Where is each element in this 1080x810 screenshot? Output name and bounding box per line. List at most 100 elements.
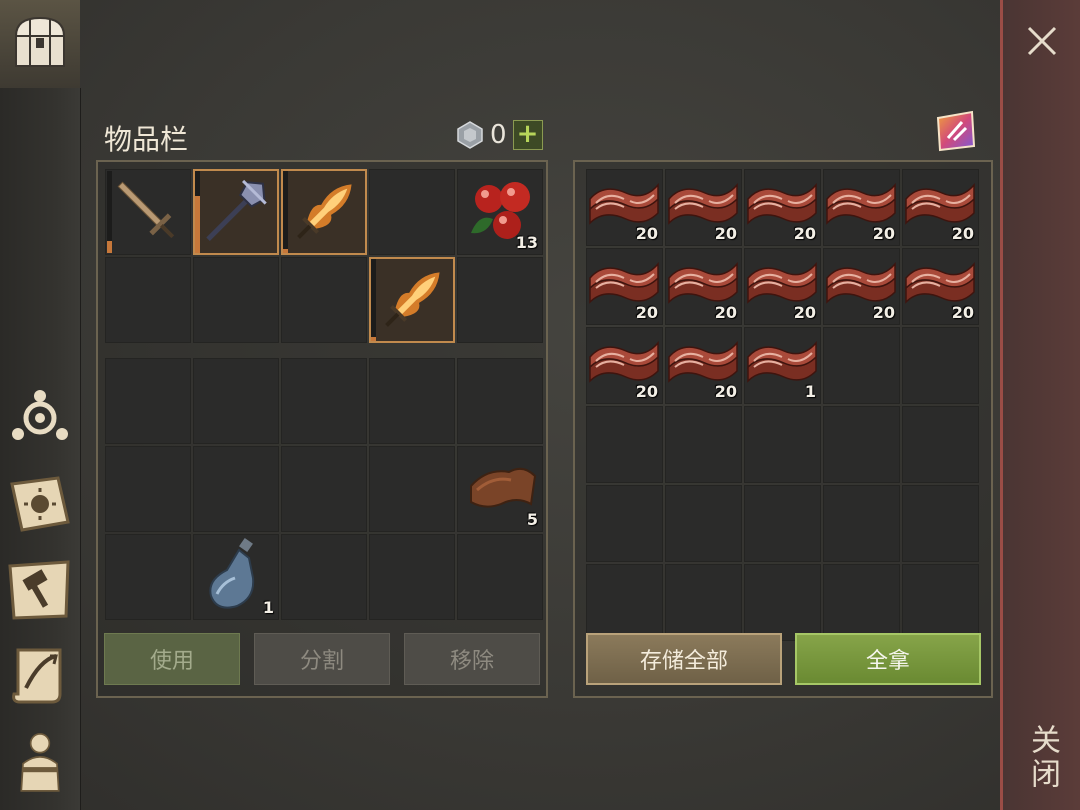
close-button[interactable]: 关闭: [1017, 708, 1067, 808]
wooden-sword-icon: [105, 169, 191, 255]
storage-slot[interactable]: 20: [902, 169, 979, 246]
backpack-slot[interactable]: [105, 358, 191, 444]
storage-slot[interactable]: [744, 406, 821, 483]
currency-count: 0: [490, 120, 507, 150]
item-quantity: 20: [951, 224, 974, 243]
left-sidebar: [0, 0, 81, 810]
iron-mace-icon: [193, 169, 279, 255]
storage-slot[interactable]: [902, 485, 979, 562]
durability-bar: [283, 248, 288, 253]
item-quantity: 20: [714, 303, 737, 322]
store-all-button[interactable]: 存储全部: [586, 633, 782, 685]
quickbar-slot[interactable]: [281, 169, 367, 255]
quickbar-slot[interactable]: 13: [457, 169, 543, 255]
item-quantity: 20: [793, 303, 816, 322]
durability-track: [371, 259, 376, 341]
gem-icon: [457, 121, 483, 149]
crafting-hammer-icon[interactable]: [6, 556, 74, 624]
remove-button[interactable]: 移除: [404, 633, 540, 685]
backpack-slot[interactable]: [193, 358, 279, 444]
storage-slot[interactable]: [902, 564, 979, 641]
item-quantity: 1: [262, 598, 274, 617]
storage-slot[interactable]: [586, 564, 663, 641]
item-quantity: 13: [515, 233, 538, 252]
storage-slot[interactable]: 20: [586, 327, 663, 404]
inventory-title: 物品栏: [104, 123, 189, 156]
take-all-button[interactable]: 全拿: [795, 633, 981, 685]
backpack-slot[interactable]: [369, 446, 455, 532]
durability-bar: [107, 240, 112, 253]
item-quantity: 20: [635, 303, 658, 322]
durability-bar: [195, 195, 200, 253]
storage-slot[interactable]: 20: [744, 248, 821, 325]
quickbar-slot[interactable]: [193, 257, 279, 343]
storage-slot[interactable]: [586, 485, 663, 562]
quickbar-slot[interactable]: [105, 257, 191, 343]
item-quantity: 20: [793, 224, 816, 243]
backpack-slot[interactable]: [369, 534, 455, 620]
sun-book-icon[interactable]: [6, 470, 74, 538]
item-quantity: 5: [526, 510, 538, 529]
item-quantity: 20: [635, 382, 658, 401]
storage-slot[interactable]: [665, 406, 742, 483]
backpack-slot[interactable]: [105, 534, 191, 620]
add-currency-button[interactable]: +: [512, 120, 543, 150]
item-quantity: 20: [714, 224, 737, 243]
storage-slot[interactable]: 20: [744, 169, 821, 246]
quickbar-slot[interactable]: [369, 257, 455, 343]
close-icon[interactable]: [1023, 22, 1061, 60]
storage-slot[interactable]: 20: [823, 169, 900, 246]
quickbar-grid: 13: [105, 169, 543, 343]
storage-slot[interactable]: 1: [744, 327, 821, 404]
backpack-slot[interactable]: [105, 446, 191, 532]
backpack-slot[interactable]: [457, 534, 543, 620]
storage-slot[interactable]: [665, 564, 742, 641]
quickbar-slot[interactable]: [105, 169, 191, 255]
storage-slot[interactable]: [744, 564, 821, 641]
storage-slot[interactable]: [665, 485, 742, 562]
storage-slot[interactable]: 20: [902, 248, 979, 325]
item-quantity: 20: [635, 224, 658, 243]
backpack-slot[interactable]: 1: [193, 534, 279, 620]
storage-slot[interactable]: 20: [665, 169, 742, 246]
item-quantity: 1: [804, 382, 816, 401]
storage-slot[interactable]: [586, 406, 663, 483]
backpack-slot[interactable]: 5: [457, 446, 543, 532]
quickbar-slot[interactable]: [369, 169, 455, 255]
backpack-slot[interactable]: [281, 446, 367, 532]
backpack-slot[interactable]: [281, 534, 367, 620]
storage-slot[interactable]: 20: [586, 248, 663, 325]
quickbar-slot[interactable]: [457, 257, 543, 343]
item-quantity: 20: [872, 224, 895, 243]
storage-slot[interactable]: 20: [586, 169, 663, 246]
storage-slot[interactable]: [823, 564, 900, 641]
chest-tab[interactable]: [0, 0, 80, 90]
backpack-slot[interactable]: [281, 358, 367, 444]
storage-slot[interactable]: 20: [823, 248, 900, 325]
storage-slot[interactable]: [902, 406, 979, 483]
storage-slot[interactable]: [902, 327, 979, 404]
split-button[interactable]: 分割: [254, 633, 390, 685]
storage-slot[interactable]: [823, 406, 900, 483]
flame-sword-icon: [369, 257, 455, 343]
item-quantity: 20: [951, 303, 974, 322]
backpack-slot[interactable]: [369, 358, 455, 444]
quest-scroll-icon[interactable]: [6, 642, 74, 710]
durability-bar: [371, 336, 376, 341]
backpack-grid: 5 1: [105, 358, 543, 620]
character-icon[interactable]: [6, 728, 74, 796]
backpack-slot[interactable]: [193, 446, 279, 532]
use-button[interactable]: 使用: [104, 633, 240, 685]
quickbar-slot[interactable]: [281, 257, 367, 343]
storage-slot[interactable]: [823, 327, 900, 404]
flame-sword-icon: [281, 169, 367, 255]
storage-slot[interactable]: [823, 485, 900, 562]
quickbar-slot[interactable]: [193, 169, 279, 255]
storage-slot[interactable]: [744, 485, 821, 562]
storage-slot[interactable]: 20: [665, 248, 742, 325]
storage-grid: 20 20 20 20 20 20 20 20 20 20 20 20 1: [586, 169, 979, 641]
auto-sort-icon[interactable]: [932, 108, 978, 154]
skills-icon[interactable]: [6, 384, 74, 452]
backpack-slot[interactable]: [457, 358, 543, 444]
storage-slot[interactable]: 20: [665, 327, 742, 404]
